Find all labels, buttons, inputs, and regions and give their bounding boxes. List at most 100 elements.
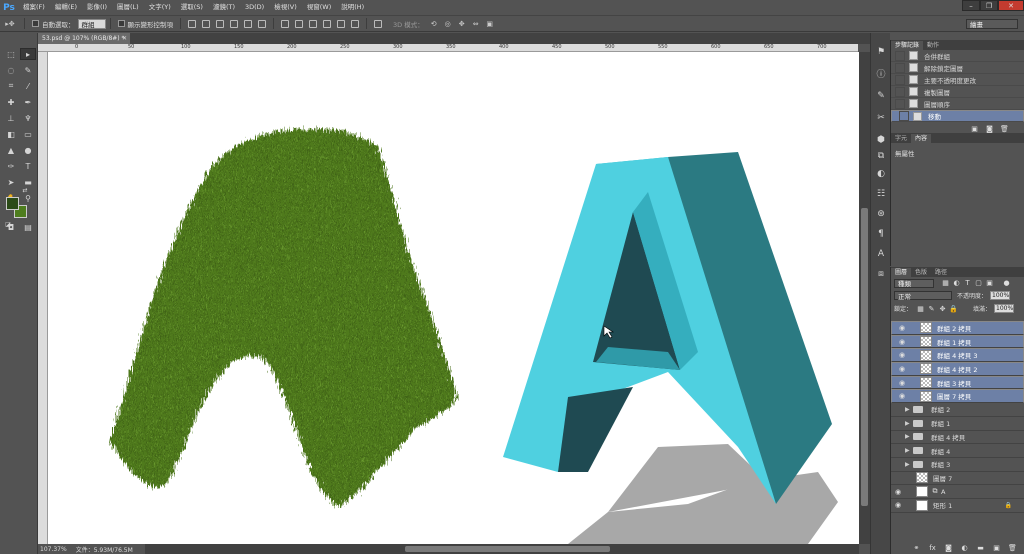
auto-select-dropdown[interactable]: 群組 — [77, 18, 106, 29]
move-tool-icon[interactable]: ▸ — [20, 48, 36, 60]
3d-rotate-icon[interactable]: ⟲ — [427, 18, 441, 29]
swatches-panel-icon[interactable]: ☷ — [874, 187, 888, 200]
expand-arrow-icon[interactable]: ▶ — [905, 406, 913, 413]
quick-mask-icon[interactable]: ◘ — [3, 221, 19, 233]
align-bottom-icon[interactable] — [216, 19, 224, 28]
filter-pixel-icon[interactable]: ▦ — [940, 279, 951, 288]
new-document-from-state-icon[interactable]: ▣ — [969, 124, 980, 133]
filter-kind-dropdown[interactable]: 種類 — [894, 278, 934, 288]
show-transform-checkbox[interactable] — [117, 20, 125, 27]
layer-row[interactable]: ▶ 群組 1 — [891, 417, 1024, 431]
restore-button[interactable]: ❐ — [980, 0, 998, 11]
filter-smart-icon[interactable]: ▣ — [984, 279, 995, 288]
layer-row[interactable]: ▶ 群組 3 — [891, 458, 1024, 472]
history-item[interactable]: 圖層順序 — [891, 98, 1024, 110]
workspace-dropdown[interactable]: 繪畫 — [966, 18, 1018, 29]
layer-row[interactable]: ▶ 群組 2 — [891, 403, 1024, 417]
blur-tool-icon[interactable]: ▲ — [3, 144, 19, 156]
tab-channels[interactable]: 色版 — [911, 268, 931, 277]
new-snapshot-icon[interactable]: ◙ — [984, 124, 995, 133]
add-mask-icon[interactable]: ◙ — [943, 543, 954, 552]
tool-presets-icon[interactable]: ✂ — [874, 111, 888, 124]
align-hcenter-icon[interactable] — [244, 19, 252, 28]
menu-3d[interactable]: 3D(D) — [240, 0, 269, 15]
layer-row[interactable]: ◉ 圖層 7 拷貝 — [891, 389, 1024, 404]
menu-select[interactable]: 選取(S) — [176, 0, 208, 15]
3d-roll-icon[interactable]: ◎ — [441, 18, 455, 29]
foreground-color-swatch[interactable] — [6, 197, 19, 210]
gradient-tool-icon[interactable]: ▭ — [20, 128, 36, 140]
lasso-tool-icon[interactable]: ◌ — [3, 64, 19, 76]
distribute-vcenter-icon[interactable] — [295, 19, 303, 28]
info-panel-icon[interactable]: ⓘ — [874, 67, 888, 80]
3d-panel-icon[interactable]: ⬢ — [874, 133, 888, 146]
layer-style-icon[interactable]: fx — [927, 543, 938, 552]
new-adjustment-icon[interactable]: ◐ — [959, 543, 970, 552]
align-top-icon[interactable] — [188, 19, 196, 28]
clone-source-panel-icon[interactable]: ⧈ — [874, 267, 888, 280]
tab-paths[interactable]: 路徑 — [931, 268, 951, 277]
filter-shape-icon[interactable]: ▢ — [973, 279, 984, 288]
pen-tool-icon[interactable]: ✑ — [3, 160, 19, 172]
delete-state-icon[interactable]: 🗑 — [999, 124, 1010, 133]
visibility-eye-icon[interactable]: ◉ — [895, 365, 909, 373]
filter-type-icon[interactable]: T — [962, 279, 973, 288]
filter-adjustment-icon[interactable]: ◐ — [951, 279, 962, 288]
tab-history[interactable]: 步驟記錄 — [891, 41, 924, 50]
fill-input[interactable]: 100% — [994, 304, 1015, 313]
character-panel-icon[interactable]: A — [874, 247, 888, 260]
menu-type[interactable]: 文字(Y) — [144, 0, 176, 15]
expand-arrow-icon[interactable]: ▶ — [905, 461, 913, 468]
layer-row[interactable]: ▶ 群組 4 拷貝 — [891, 431, 1024, 445]
menu-layer[interactable]: 圖層(L) — [112, 0, 144, 15]
blend-mode-dropdown[interactable]: 正常 — [894, 291, 952, 301]
align-right-icon[interactable] — [258, 19, 266, 28]
menu-file[interactable]: 檔案(F) — [18, 0, 50, 15]
tab-character[interactable]: 字元 — [891, 134, 911, 143]
crop-tool-icon[interactable]: ⌗ — [3, 80, 19, 92]
menu-help[interactable]: 說明(H) — [336, 0, 369, 15]
layer-row[interactable]: ◉ 群組 3 拷貝 — [891, 375, 1024, 390]
distribute-top-icon[interactable] — [281, 19, 289, 28]
close-button[interactable]: ✕ — [998, 0, 1024, 11]
clone-stamp-tool-icon[interactable]: ⊥ — [3, 112, 19, 124]
visibility-eye-icon[interactable]: ◉ — [895, 324, 909, 332]
history-item[interactable]: 複製圖層 — [891, 86, 1024, 98]
path-select-tool-icon[interactable]: ➤ — [3, 176, 19, 188]
tab-layers[interactable]: 圖層 — [891, 268, 912, 277]
history-brush-source[interactable] — [895, 86, 905, 97]
layer-row[interactable]: 圖層 7 — [891, 472, 1024, 486]
history-item[interactable]: 主要不透明度更改 — [891, 74, 1024, 86]
visibility-eye-icon[interactable]: ◉ — [895, 392, 909, 400]
type-tool-icon[interactable]: T — [20, 160, 36, 172]
3d-slide-icon[interactable]: ⇔ — [469, 18, 483, 29]
history-brush-source[interactable] — [895, 98, 905, 109]
lock-position-icon[interactable]: ✥ — [937, 304, 948, 313]
menu-filter[interactable]: 濾鏡(T) — [208, 0, 240, 15]
history-brush-source[interactable] — [895, 50, 905, 61]
distribute-bottom-icon[interactable] — [309, 19, 317, 28]
horizontal-scroll-thumb[interactable] — [405, 546, 610, 552]
healing-brush-tool-icon[interactable]: ✚ — [3, 96, 19, 108]
distribute-right-icon[interactable] — [351, 19, 359, 28]
new-group-icon[interactable]: ▬ — [975, 543, 986, 552]
quick-select-tool-icon[interactable]: ✎ — [20, 64, 36, 76]
history-brush-source[interactable] — [899, 111, 909, 121]
menu-image[interactable]: 影像(I) — [82, 0, 112, 15]
paragraph-panel-icon[interactable]: ¶ — [874, 227, 888, 240]
align-left-icon[interactable] — [230, 19, 238, 28]
history-item[interactable]: 合併群組 — [891, 50, 1024, 62]
visibility-eye-icon[interactable]: ◉ — [891, 501, 905, 509]
distribute-hcenter-icon[interactable] — [337, 19, 345, 28]
menu-view[interactable]: 檢視(V) — [269, 0, 302, 15]
opacity-input[interactable]: 100% — [990, 291, 1011, 300]
layer-row[interactable]: ▶ 群組 4 — [891, 444, 1024, 458]
lock-pixels-icon[interactable]: ✎ — [926, 304, 937, 313]
menu-edit[interactable]: 編輯(E) — [50, 0, 82, 15]
expand-arrow-icon[interactable]: ▶ — [905, 420, 913, 427]
layer-row[interactable]: ◉ 群組 1 拷貝 — [891, 334, 1024, 349]
lock-all-icon[interactable]: 🔒 — [948, 304, 959, 313]
layer-row[interactable]: ◉ 群組 4 拷貝 2 — [891, 362, 1024, 376]
history-item[interactable]: 解除鎖定圖層 — [891, 62, 1024, 74]
layer-row[interactable]: ◉ ⧉ A — [891, 485, 1024, 499]
